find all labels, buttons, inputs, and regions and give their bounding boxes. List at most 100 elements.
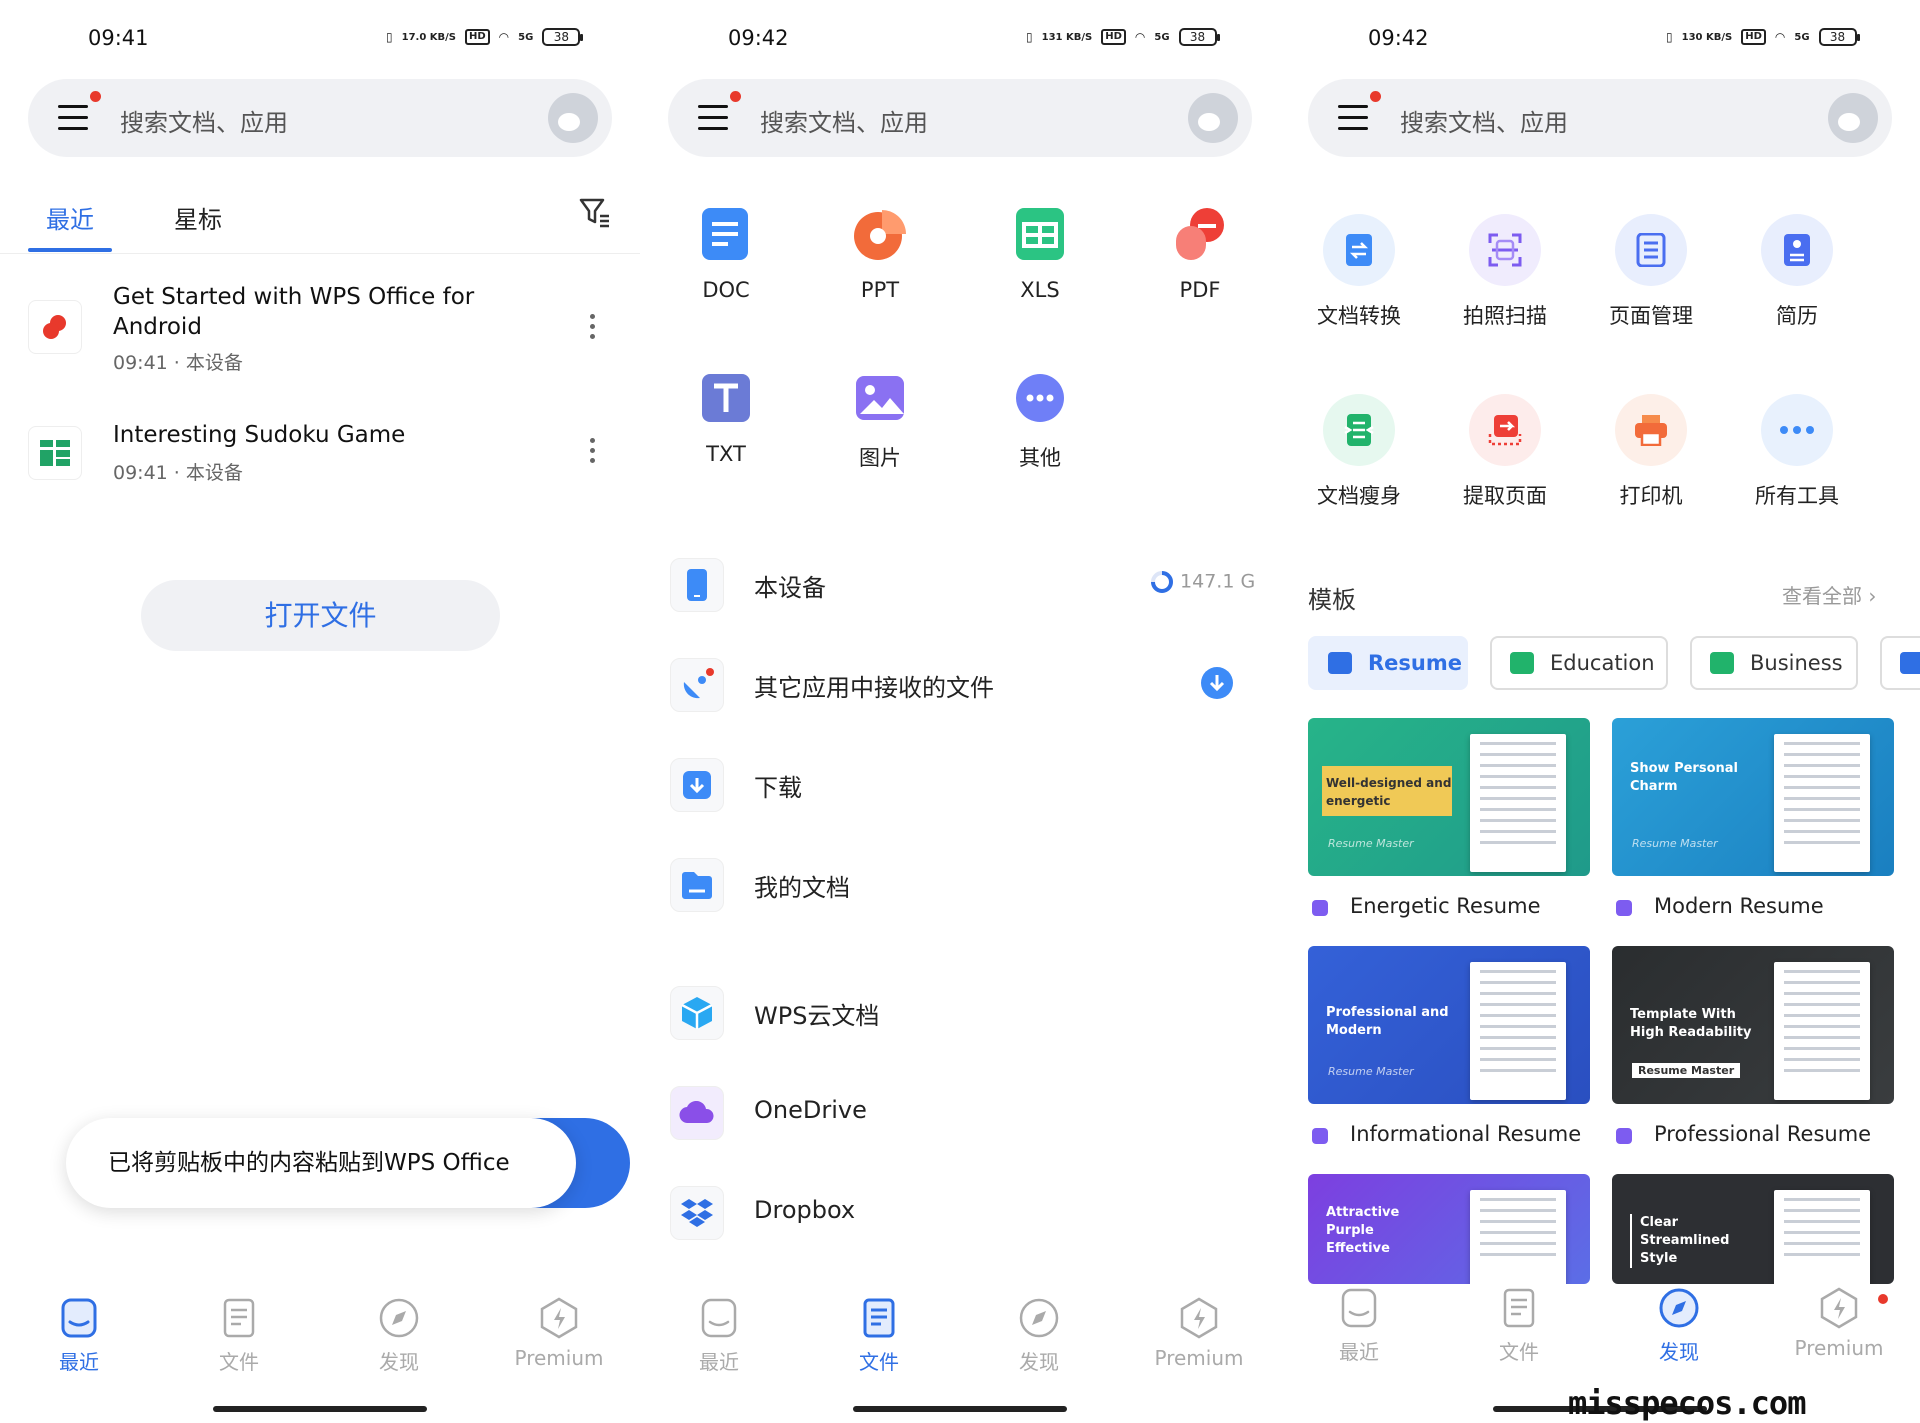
list-item[interactable]: Get Started with WPS Office for Android … bbox=[0, 272, 640, 382]
page-manage-icon bbox=[1615, 214, 1687, 286]
tool-page-manage[interactable]: 页面管理 bbox=[1586, 214, 1716, 330]
avatar[interactable] bbox=[1828, 93, 1878, 143]
pdf-icon bbox=[1176, 208, 1224, 260]
premium-badge-dot bbox=[1878, 1294, 1888, 1304]
nav-premium[interactable]: Premium bbox=[504, 1296, 614, 1370]
recent-nav-icon bbox=[1341, 1288, 1377, 1328]
tab-recent[interactable]: 最近 bbox=[46, 200, 94, 235]
tool-compress[interactable]: 文档瘦身 bbox=[1294, 394, 1424, 510]
toast-message: 已将剪贴板中的内容粘贴到WPS Office bbox=[66, 1118, 576, 1208]
more-icon[interactable] bbox=[590, 438, 596, 468]
location-dropbox[interactable]: Dropbox bbox=[640, 1176, 1280, 1256]
tab-starred[interactable]: 星标 bbox=[174, 200, 222, 235]
nav-files[interactable]: 文件 bbox=[824, 1296, 934, 1375]
network-type: 5G bbox=[1154, 31, 1170, 43]
type-txt[interactable]: TXT bbox=[666, 370, 786, 466]
resume-chip-icon bbox=[1328, 652, 1352, 674]
compass-icon bbox=[379, 1298, 419, 1338]
tool-resume[interactable]: 简历 bbox=[1732, 214, 1862, 330]
txt-icon bbox=[702, 374, 750, 422]
menu-icon[interactable] bbox=[1338, 105, 1368, 131]
tool-extract[interactable]: 提取页面 bbox=[1440, 394, 1570, 510]
nav-premium[interactable]: Premium bbox=[1784, 1286, 1894, 1360]
folder-icon bbox=[670, 858, 724, 912]
filter-icon[interactable] bbox=[578, 196, 612, 237]
resume-preview bbox=[1774, 1190, 1870, 1284]
more-icon bbox=[1016, 374, 1064, 422]
nav-recent[interactable]: 最近 bbox=[24, 1296, 134, 1375]
location-device[interactable]: 本设备 147.1 G bbox=[640, 548, 1280, 628]
nav-discover[interactable]: 发现 bbox=[344, 1296, 454, 1375]
search-placeholder[interactable]: 搜索文档、应用 bbox=[1400, 103, 1568, 138]
search-bar[interactable]: 搜索文档、应用 bbox=[1308, 79, 1892, 157]
avatar[interactable] bbox=[548, 93, 598, 143]
nav-files[interactable]: 文件 bbox=[1464, 1286, 1574, 1365]
search-bar[interactable]: 搜索文档、应用 bbox=[668, 79, 1252, 157]
search-placeholder[interactable]: 搜索文档、应用 bbox=[760, 103, 928, 138]
menu-icon[interactable] bbox=[58, 105, 88, 131]
search-bar[interactable]: 搜索文档、应用 bbox=[28, 79, 612, 157]
tool-convert[interactable]: 文档转换 bbox=[1294, 214, 1424, 330]
chip-education[interactable]: Education bbox=[1490, 636, 1668, 690]
open-file-button[interactable]: 打开文件 bbox=[141, 580, 500, 651]
extract-icon bbox=[1469, 394, 1541, 466]
view-all-link[interactable]: 查看全部 › bbox=[1782, 580, 1876, 609]
type-image[interactable]: 图片 bbox=[820, 370, 940, 472]
status-bar: 09:42 ▯ 131 KB/S HD ◠ 5G 38 bbox=[640, 26, 1280, 58]
type-xls[interactable]: XLS bbox=[980, 206, 1100, 302]
search-placeholder[interactable]: 搜索文档、应用 bbox=[120, 103, 288, 138]
location-my-documents[interactable]: 我的文档 bbox=[640, 848, 1280, 928]
template-card[interactable]: Template With High Readability Resume Ma… bbox=[1612, 946, 1894, 1104]
nav-recent[interactable]: 最近 bbox=[1304, 1286, 1414, 1365]
template-name: Modern Resume bbox=[1612, 894, 1824, 918]
template-card[interactable]: Attractive Purple Effective bbox=[1308, 1174, 1590, 1284]
type-pdf[interactable]: PDF bbox=[1140, 206, 1260, 302]
type-doc[interactable]: DOC bbox=[666, 206, 786, 302]
home-indicator[interactable] bbox=[213, 1406, 427, 1412]
chip-resume[interactable]: Resume bbox=[1308, 636, 1468, 690]
location-received[interactable]: 其它应用中接收的文件 bbox=[640, 648, 1280, 728]
bottom-nav: 最近 文件 发现 Premium bbox=[640, 1296, 1280, 1386]
more-icon[interactable] bbox=[590, 314, 596, 344]
tool-all[interactable]: 所有工具 bbox=[1732, 394, 1862, 510]
premium-icon bbox=[1820, 1287, 1858, 1329]
printer-icon bbox=[1615, 394, 1687, 466]
status-bar: 09:42 ▯ 130 KB/S HD ◠ 5G 38 bbox=[1280, 26, 1920, 58]
doc-icon bbox=[702, 208, 748, 260]
chevron-right-icon: › bbox=[1868, 584, 1877, 608]
location-onedrive[interactable]: OneDrive bbox=[640, 1076, 1280, 1156]
education-chip-icon bbox=[1510, 652, 1534, 674]
resume-preview bbox=[1470, 1190, 1566, 1284]
home-indicator[interactable] bbox=[853, 1406, 1067, 1412]
storage-ring-icon bbox=[1151, 571, 1173, 593]
network-speed: 17.0 KB/S bbox=[401, 31, 456, 43]
chip-business[interactable]: Business bbox=[1690, 636, 1858, 690]
notification-dot bbox=[730, 91, 741, 102]
avatar[interactable] bbox=[1188, 93, 1238, 143]
templates-heading: 模板 bbox=[1308, 586, 1356, 614]
chip-more[interactable] bbox=[1880, 636, 1920, 690]
type-other[interactable]: 其他 bbox=[980, 370, 1100, 472]
tool-printer[interactable]: 打印机 bbox=[1586, 394, 1716, 510]
nav-files[interactable]: 文件 bbox=[184, 1296, 294, 1375]
file-meta: 09:41 · 本设备 bbox=[113, 462, 243, 484]
template-card[interactable]: Clear Streamlined Style bbox=[1612, 1174, 1894, 1284]
battery-icon: 38 bbox=[542, 28, 584, 46]
tool-scan[interactable]: 拍照扫描 bbox=[1440, 214, 1570, 330]
bottom-nav: 最近 文件 发现 Premium bbox=[0, 1296, 640, 1386]
location-downloads[interactable]: 下载 bbox=[640, 748, 1280, 828]
template-card[interactable]: Well-designed and energetic Resume Maste… bbox=[1308, 718, 1590, 876]
template-card[interactable]: Show Personal Charm Resume Master bbox=[1612, 718, 1894, 876]
location-wps-cloud[interactable]: WPS云文档 bbox=[640, 976, 1280, 1056]
list-item[interactable]: Interesting Sudoku Game 09:41 · 本设备 bbox=[0, 400, 640, 510]
type-ppt[interactable]: PPT bbox=[820, 206, 940, 302]
compass-icon bbox=[1659, 1288, 1699, 1328]
template-card[interactable]: Professional and Modern Resume Master bbox=[1308, 946, 1590, 1104]
nav-discover[interactable]: 发现 bbox=[984, 1296, 1094, 1375]
nav-recent[interactable]: 最近 bbox=[664, 1296, 774, 1375]
file-title: Interesting Sudoku Game bbox=[113, 422, 406, 448]
nav-premium[interactable]: Premium bbox=[1144, 1296, 1254, 1370]
files-nav-icon bbox=[1503, 1288, 1535, 1328]
nav-discover[interactable]: 发现 bbox=[1624, 1286, 1734, 1365]
menu-icon[interactable] bbox=[698, 105, 728, 131]
